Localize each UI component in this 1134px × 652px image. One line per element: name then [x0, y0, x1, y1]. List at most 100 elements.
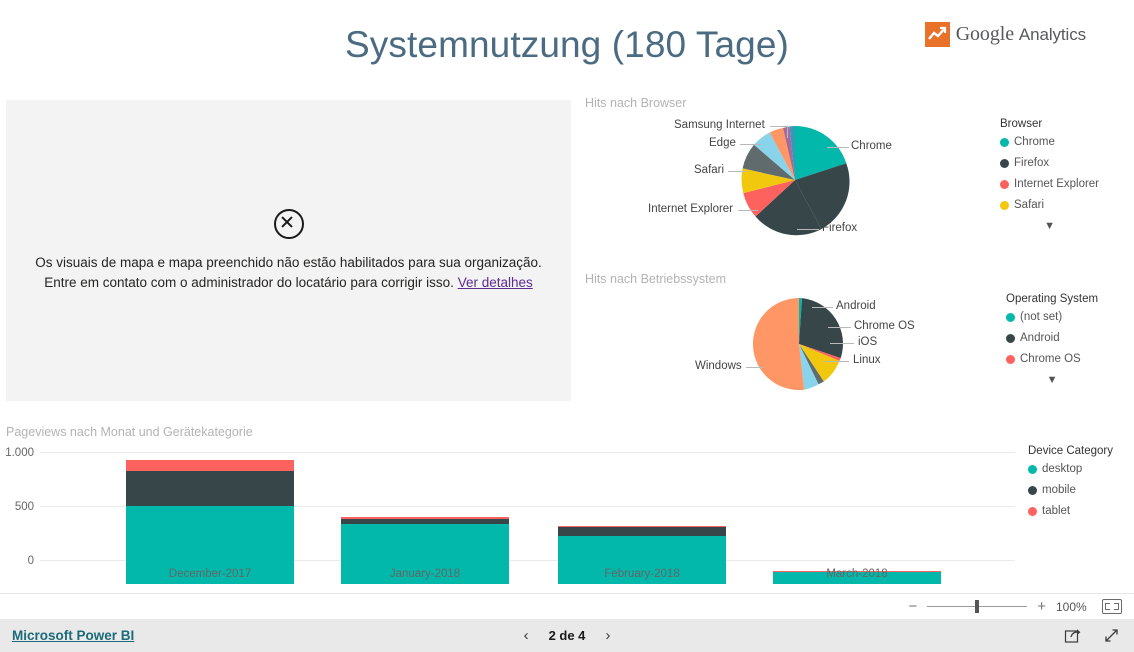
report-canvas: Systemnutzung (180 Tage) Google Analytic… [0, 0, 1134, 593]
os-callout-android: Android [836, 300, 876, 312]
zoom-percentage: 100% [1056, 599, 1087, 614]
legend-label: mobile [1042, 484, 1076, 496]
leader-line [740, 144, 762, 145]
circle-x-icon [273, 208, 304, 239]
x-axis-label: February-2018 [604, 568, 680, 580]
fit-to-page-icon[interactable] [1102, 599, 1122, 614]
browser-callout-samsung-internet: Samsung Internet [674, 119, 765, 131]
footer-actions [1064, 627, 1120, 644]
legend-label: desktop [1042, 463, 1083, 475]
browser-pie-chart[interactable] [739, 124, 851, 236]
browser-callout-firefox: Firefox [822, 222, 858, 234]
leader-line [824, 361, 849, 362]
leader-line [812, 307, 833, 308]
chevron-down-icon[interactable]: ▼ [1000, 220, 1099, 232]
os-pie-svg[interactable] [751, 296, 847, 392]
legend-label: (not set) [1020, 311, 1063, 323]
device-legend-title: Device Category [1028, 445, 1114, 457]
browser-pie-svg[interactable] [739, 124, 851, 236]
browser-callout-internet-explorer: Internet Explorer [648, 203, 734, 215]
legend-swatch-icon [1000, 137, 1009, 147]
legend-item-safari[interactable]: Safari [1000, 199, 1099, 211]
google-analytics-logo: Google Analytics [924, 22, 1086, 47]
legend-swatch-icon [1028, 506, 1037, 516]
os-pie-chart[interactable] [751, 296, 847, 392]
legend-item-mobile[interactable]: mobile [1028, 484, 1113, 496]
legend-swatch-icon [1028, 485, 1037, 495]
chevron-right-icon[interactable]: › [605, 627, 610, 644]
share-icon[interactable] [1064, 627, 1081, 644]
device-legend: Device Category desktop mobile tablet [1028, 445, 1113, 526]
x-axis-label: December-2017 [168, 568, 252, 580]
legend-item-chrome[interactable]: Chrome [1000, 136, 1099, 148]
table-row[interactable] [126, 460, 294, 584]
legend-label: Chrome OS [1020, 353, 1081, 365]
view-details-link[interactable]: Ver detalhes [458, 275, 533, 290]
os-callout-linux: Linux [853, 354, 881, 366]
legend-item-internet-explorer[interactable]: Internet Explorer [1000, 178, 1099, 190]
legend-item-firefox[interactable]: Firefox [1000, 157, 1099, 169]
leader-line [738, 210, 758, 211]
zoom-slider[interactable] [927, 600, 1028, 613]
browser-legend: Browser Chrome Firefox Internet Explorer… [1000, 118, 1099, 232]
leader-line [797, 229, 819, 230]
os-legend: Operating System (not set) Android Chrom… [1006, 293, 1098, 386]
legend-item-not-set[interactable]: (not set) [1006, 311, 1098, 323]
legend-swatch-icon [1006, 333, 1015, 343]
os-callout-windows: Windows [695, 360, 742, 372]
leader-line [827, 147, 849, 148]
logo-analytics-text: Analytics [1018, 25, 1086, 44]
browser-callout-edge: Edge [709, 137, 736, 149]
browser-callout-safari: Safari [694, 164, 725, 176]
browser-visual-title: Hits nach Browser [585, 96, 687, 110]
legend-label: tablet [1042, 505, 1071, 517]
os-callout-chrome-os: Chrome OS [854, 320, 915, 332]
leader-line [746, 367, 764, 368]
zoom-toolbar: − + 100% [0, 593, 1134, 619]
leader-line [830, 343, 854, 344]
bar-segment-mobile[interactable] [558, 527, 726, 537]
footer-bar: Microsoft Power BI ‹ 2 de 4 › [0, 619, 1134, 652]
legend-label: Chrome [1014, 136, 1055, 148]
fullscreen-icon[interactable] [1103, 627, 1120, 644]
legend-item-chrome-os[interactable]: Chrome OS [1006, 353, 1098, 365]
chevron-left-icon[interactable]: ‹ [524, 627, 529, 644]
bar-segment-tablet[interactable] [126, 460, 294, 471]
google-analytics-wordmark: Google Analytics [956, 23, 1086, 46]
os-visual-title: Hits nach Betriebssystem [585, 272, 727, 286]
legend-swatch-icon [1028, 464, 1037, 474]
y-axis-tick: 1.000 [5, 447, 34, 459]
x-axis-label: January-2018 [389, 568, 461, 580]
legend-label: Safari [1014, 199, 1045, 211]
gridline [40, 452, 1015, 453]
chevron-down-icon[interactable]: ▼ [1006, 374, 1098, 386]
legend-item-android[interactable]: Android [1006, 332, 1098, 344]
legend-item-desktop[interactable]: desktop [1028, 463, 1113, 475]
logo-google-text: Google [955, 23, 1014, 45]
legend-label: Firefox [1014, 157, 1050, 169]
page-navigation: ‹ 2 de 4 › [0, 627, 1134, 644]
blocked-message-line1: Os visuais de mapa e mapa preenchido não… [35, 254, 542, 270]
blocked-visual-message: Os visuais de mapa e mapa preenchido não… [35, 253, 542, 293]
blocked-map-visual: Os visuais de mapa e mapa preenchido não… [6, 100, 571, 401]
legend-swatch-icon [1006, 354, 1015, 364]
zoom-slider-thumb[interactable] [975, 600, 980, 613]
y-axis-tick: 500 [14, 501, 34, 513]
leader-line [728, 171, 747, 172]
zoom-out-button[interactable]: − [908, 599, 917, 614]
pageviews-bar-chart[interactable]: 1.000 500 0 December-2017 January-2018 F… [0, 422, 1134, 587]
legend-label: Internet Explorer [1014, 178, 1100, 190]
google-analytics-mark-icon [924, 22, 950, 47]
zoom-in-button[interactable]: + [1037, 599, 1046, 614]
y-axis-tick: 0 [27, 555, 34, 567]
leader-line [787, 126, 788, 138]
browser-callout-chrome: Chrome [851, 140, 892, 152]
bar-segment-mobile[interactable] [126, 470, 294, 507]
legend-item-tablet[interactable]: tablet [1028, 505, 1113, 517]
os-callout-ios: iOS [858, 336, 878, 348]
blocked-message-line2: Entre em contato com o administrador do … [44, 274, 454, 290]
legend-swatch-icon [1000, 179, 1009, 189]
bar-plot-area [40, 452, 1015, 584]
legend-swatch-icon [1000, 158, 1009, 168]
leader-line [770, 126, 787, 127]
